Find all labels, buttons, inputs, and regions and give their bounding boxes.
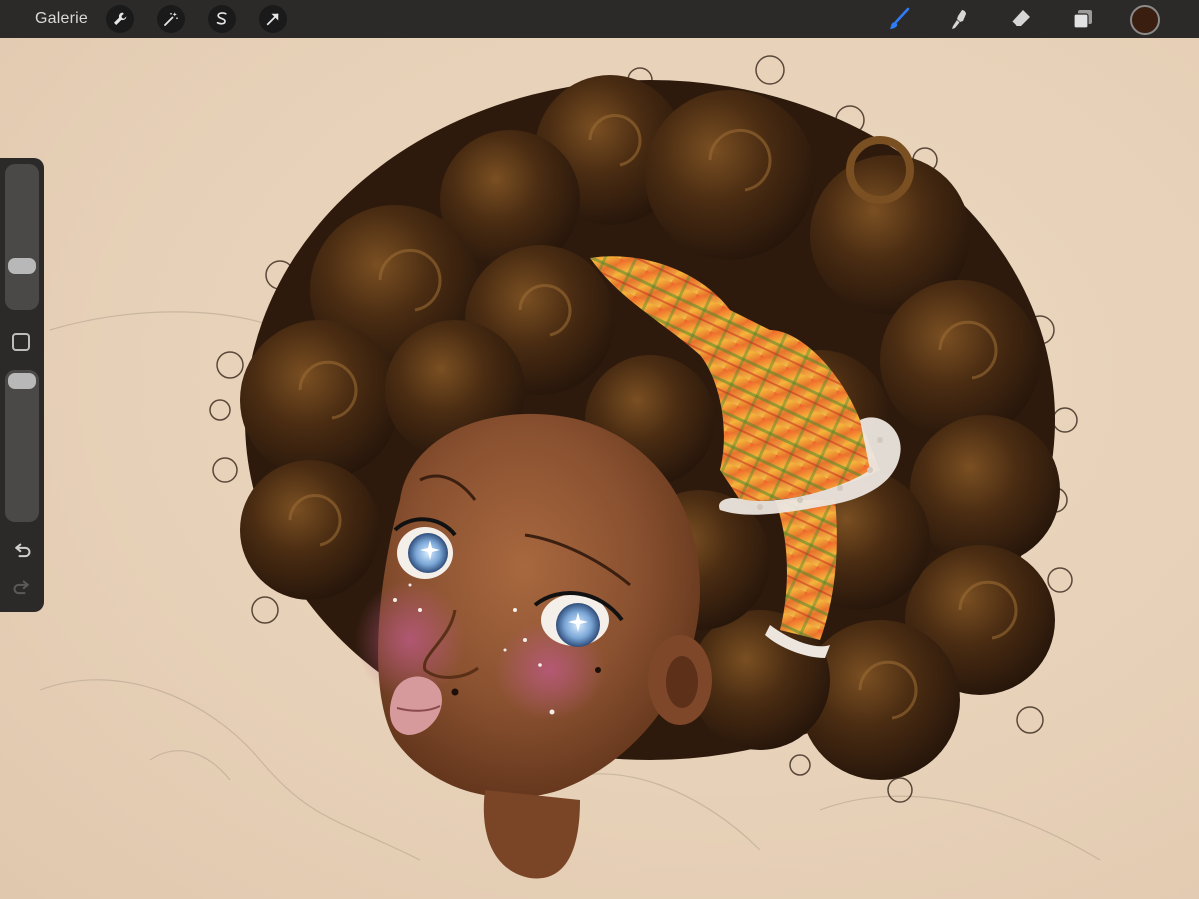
opacity-slider-thumb[interactable]	[8, 373, 36, 389]
selection-icon	[216, 12, 227, 25]
brush-size-slider[interactable]	[5, 164, 39, 310]
eraser-icon	[1011, 10, 1030, 27]
procreate-app: Galerie	[0, 0, 1199, 899]
selection-button[interactable]	[208, 5, 236, 33]
undo-icon	[15, 543, 31, 558]
adjustments-button[interactable]	[157, 5, 185, 33]
gallery-button[interactable]: Galerie	[35, 10, 88, 28]
transform-arrow-icon	[266, 13, 279, 26]
eraser-tool-button[interactable]	[1006, 4, 1036, 34]
color-picker-button[interactable]	[1130, 5, 1160, 35]
brush-icon	[890, 7, 910, 29]
actions-button[interactable]	[106, 5, 134, 33]
modify-square-icon[interactable]	[12, 333, 30, 351]
layers-button[interactable]	[1068, 4, 1098, 34]
brush-tool-button[interactable]	[884, 4, 914, 34]
layers-icon	[1073, 10, 1092, 29]
undo-button[interactable]	[11, 541, 33, 563]
redo-icon	[13, 580, 29, 595]
smudge-tool-button[interactable]	[945, 4, 975, 34]
redo-button[interactable]	[11, 578, 33, 600]
drawing-canvas[interactable]	[0, 38, 1199, 899]
artwork-illustration	[39, 55, 1101, 879]
magic-wand-icon	[164, 12, 178, 26]
smudge-icon	[952, 10, 966, 29]
top-toolbar: Galerie	[0, 0, 1199, 38]
wrench-icon	[114, 12, 127, 25]
opacity-slider[interactable]	[5, 370, 39, 522]
transform-button[interactable]	[259, 5, 287, 33]
brush-size-slider-thumb[interactable]	[8, 257, 36, 274]
left-sidebar	[0, 158, 44, 612]
